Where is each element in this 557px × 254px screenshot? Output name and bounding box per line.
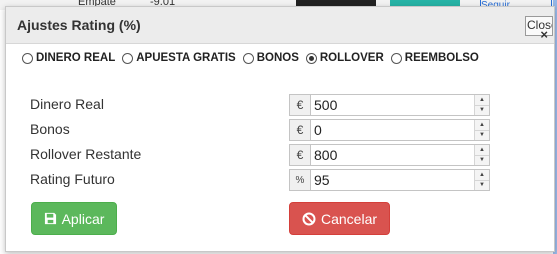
field-bonos: Bonos € ▲ ▼ [30, 119, 495, 143]
bet-type-radio-group: DINERO REAL APUESTA GRATIS BONOS ROLLOVE… [22, 52, 486, 64]
number-spinner[interactable]: ▲ ▼ [474, 120, 489, 140]
apply-label: Aplicar [61, 210, 105, 227]
radio-dinero-real[interactable]: DINERO REAL [22, 52, 115, 64]
increment-icon[interactable]: ▲ [475, 170, 489, 180]
dialog-header: Ajustes Rating (%) Close × [6, 7, 554, 44]
percent-icon: % [290, 170, 311, 190]
dialog-title: Ajustes Rating (%) [17, 17, 141, 33]
cancel-button[interactable]: Cancelar [289, 202, 390, 235]
radio-apuesta-gratis[interactable]: APUESTA GRATIS [122, 52, 236, 64]
number-spinner[interactable]: ▲ ▼ [474, 145, 489, 165]
decrement-icon[interactable]: ▼ [475, 154, 489, 165]
euro-icon: € [290, 120, 311, 140]
euro-icon: € [290, 95, 311, 115]
save-icon [44, 212, 56, 225]
input-group: € ▲ ▼ [289, 94, 490, 116]
radio-button[interactable] [390, 52, 402, 64]
radio-button[interactable] [22, 52, 33, 64]
radio-button[interactable] [122, 52, 134, 64]
ban-icon [302, 212, 316, 225]
radio-label: BONOS [256, 52, 299, 64]
decrement-icon[interactable]: ▼ [475, 104, 489, 115]
radio-button[interactable] [242, 52, 254, 64]
field-dinero-real: Dinero Real € ▲ ▼ [30, 94, 495, 118]
field-label: Bonos [30, 121, 70, 137]
radio-reembolso[interactable]: REEMBOLSO [390, 52, 479, 64]
decrement-icon[interactable]: ▼ [475, 129, 489, 140]
dinero-real-input[interactable] [311, 95, 474, 115]
bonos-input[interactable] [311, 120, 474, 140]
increment-icon[interactable]: ▲ [475, 145, 489, 155]
radio-label: APUESTA GRATIS [136, 52, 236, 64]
radio-bonos[interactable]: BONOS [242, 52, 299, 64]
field-rollover-restante: Rollover Restante € ▲ ▼ [30, 144, 495, 168]
input-group: % ▲ ▼ [289, 169, 490, 191]
radio-label: REEMBOLSO [404, 52, 479, 64]
apply-button[interactable]: Aplicar [31, 202, 117, 235]
close-icon[interactable]: × [540, 27, 548, 42]
increment-icon[interactable]: ▲ [475, 120, 489, 130]
field-label: Dinero Real [30, 96, 104, 112]
input-group: € ▲ ▼ [289, 119, 490, 141]
field-label: Rating Futuro [30, 171, 115, 187]
radio-rollover[interactable]: ROLLOVER [305, 52, 384, 64]
decrement-icon[interactable]: ▼ [475, 179, 489, 190]
field-rating-futuro: Rating Futuro % ▲ ▼ [30, 169, 495, 193]
increment-icon[interactable]: ▲ [475, 95, 489, 105]
euro-icon: € [290, 145, 311, 165]
number-spinner[interactable]: ▲ ▼ [474, 95, 489, 115]
radio-label: ROLLOVER [319, 52, 384, 64]
rollover-restante-input[interactable] [311, 145, 474, 165]
radio-button[interactable] [305, 52, 317, 64]
number-spinner[interactable]: ▲ ▼ [474, 170, 489, 190]
cancel-label: Cancelar [320, 210, 378, 227]
rating-futuro-input[interactable] [311, 170, 474, 190]
field-label: Rollover Restante [30, 146, 142, 162]
close-button[interactable]: Close [525, 16, 553, 36]
input-group: € ▲ ▼ [289, 144, 490, 166]
radio-label: DINERO REAL [36, 52, 116, 64]
